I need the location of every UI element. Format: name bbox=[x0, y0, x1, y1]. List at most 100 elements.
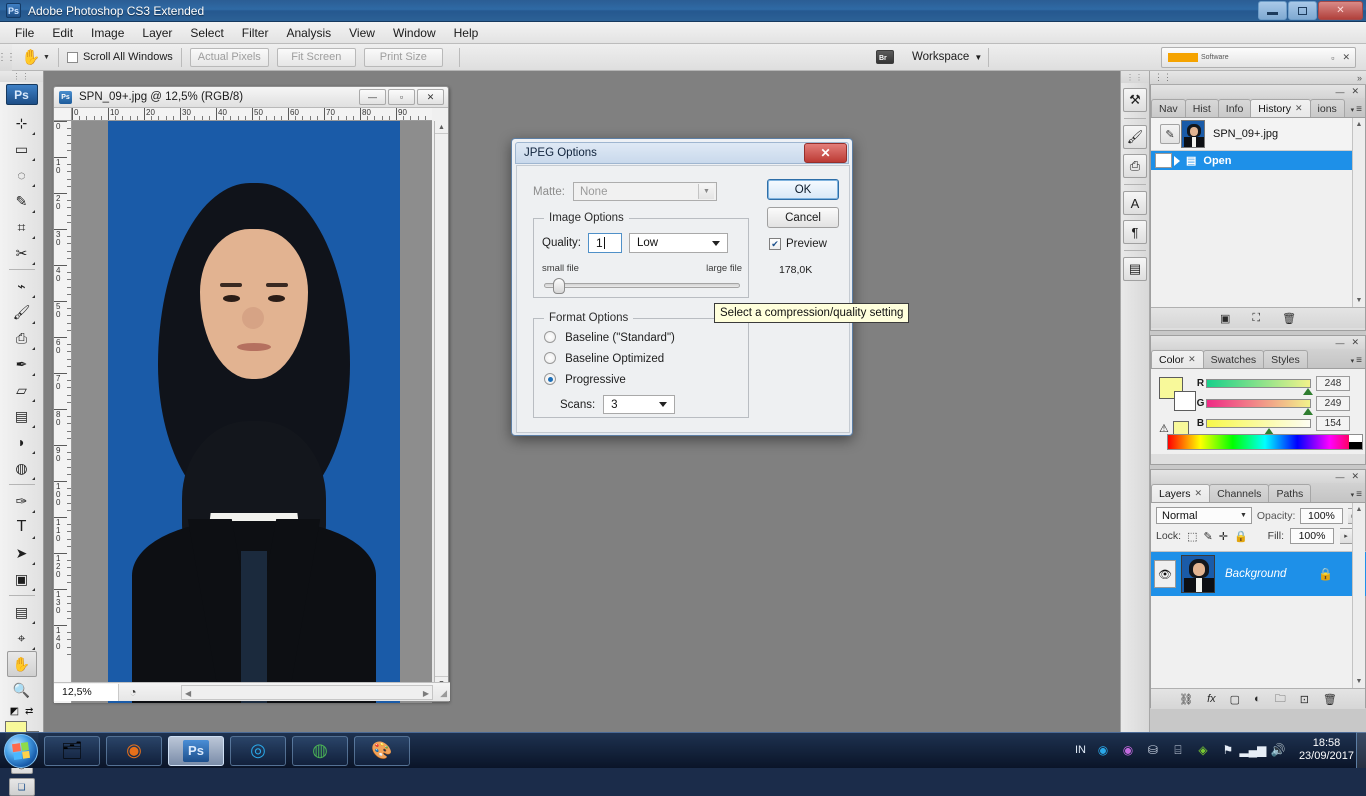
format-option-progressive[interactable]: Progressive bbox=[544, 373, 626, 386]
scroll-up-arrow-icon[interactable]: ▲ bbox=[435, 121, 448, 134]
quick-selection-tool[interactable]: ✎ bbox=[7, 188, 37, 214]
language-indicator[interactable]: IN bbox=[1075, 744, 1086, 756]
history-state-open[interactable]: ▤ Open bbox=[1151, 151, 1365, 170]
history-panel-close-icon[interactable]: ✕ bbox=[1351, 86, 1359, 97]
show-desktop-button[interactable] bbox=[1356, 732, 1366, 768]
gradient-tool[interactable]: ▤ bbox=[7, 403, 37, 429]
radio-progressive[interactable] bbox=[544, 373, 556, 385]
new-snapshot-icon[interactable]: ⛶ bbox=[1252, 312, 1260, 325]
nvidia-icon[interactable]: ◈ bbox=[1195, 742, 1211, 758]
lock-position-icon[interactable]: ✛ bbox=[1219, 530, 1228, 543]
paragraph-icon[interactable]: ¶ bbox=[1123, 220, 1147, 244]
brush-tool[interactable]: 🖌 bbox=[7, 299, 37, 325]
color-panel-minimize-icon[interactable]: — bbox=[1335, 338, 1344, 348]
tab-navigator[interactable]: Nav bbox=[1151, 99, 1186, 117]
swap-colors-icon[interactable]: ⇄ bbox=[25, 706, 33, 717]
layer-name[interactable]: Background bbox=[1225, 568, 1286, 580]
document-vertical-scrollbar[interactable]: ▲ ▼ bbox=[434, 121, 448, 689]
slider-value-g[interactable]: 249 bbox=[1316, 396, 1350, 411]
new-document-icon[interactable]: ▣ bbox=[1220, 312, 1230, 325]
menu-item-layer[interactable]: Layer bbox=[133, 23, 181, 43]
color-ramp[interactable] bbox=[1167, 434, 1363, 450]
history-panel-menu-button[interactable]: ▾ ≡ bbox=[1351, 104, 1362, 115]
slider-track-r[interactable] bbox=[1206, 379, 1311, 388]
marquee-tool[interactable]: ▭ bbox=[7, 136, 37, 162]
vertical-ruler[interactable]: 0102030405060708090100110120130140 bbox=[54, 121, 72, 703]
usb-safely-remove-icon[interactable]: ⛁ bbox=[1145, 742, 1161, 758]
delete-icon[interactable]: 🗑 bbox=[1282, 312, 1296, 325]
taskbar-file-explorer[interactable]: 🗂 bbox=[44, 736, 100, 766]
menu-item-analysis[interactable]: Analysis bbox=[277, 23, 340, 43]
tab-histogram[interactable]: Hist bbox=[1185, 99, 1219, 117]
slider-track-g[interactable] bbox=[1206, 399, 1311, 408]
layer-row-background[interactable]: 👁 Background 🔒 bbox=[1151, 552, 1366, 596]
document-title-bar[interactable]: Ps SPN_09+.jpg @ 12,5% (RGB/8) — ▫ ✕ bbox=[54, 87, 448, 108]
history-panel-minimize-icon[interactable]: — bbox=[1335, 87, 1344, 97]
brushes-icon[interactable]: 🖌 bbox=[1123, 125, 1147, 149]
format-option-baseline-optimized[interactable]: Baseline Optimized bbox=[544, 352, 664, 365]
menu-item-help[interactable]: Help bbox=[445, 23, 488, 43]
nik-software-panel[interactable]: Software ▫ ✕ bbox=[1161, 47, 1356, 68]
color-slider-b[interactable]: B 154 bbox=[1195, 413, 1350, 433]
nik-maximize-icon[interactable]: ▫ bbox=[1331, 53, 1334, 63]
scroll-up-arrow-icon[interactable]: ▲ bbox=[1353, 118, 1365, 131]
tab-info[interactable]: Info bbox=[1218, 99, 1252, 117]
new-group-icon[interactable]: 🗀 bbox=[1275, 690, 1286, 709]
document-restore-button[interactable]: ▫ bbox=[388, 89, 415, 105]
document-close-button[interactable]: ✕ bbox=[417, 89, 444, 105]
tab-actions[interactable]: ions bbox=[1310, 99, 1345, 117]
color-background-swatch[interactable] bbox=[1174, 391, 1196, 411]
menu-item-image[interactable]: Image bbox=[82, 23, 133, 43]
layers-panel-menu-button[interactable]: ▾ ≡ bbox=[1351, 489, 1362, 500]
tab-color[interactable]: Color✕ bbox=[1151, 350, 1204, 368]
color-ramp-white-black[interactable] bbox=[1349, 435, 1362, 449]
taskbar-paint[interactable]: 🎨 bbox=[354, 736, 410, 766]
slider-thumb-r[interactable] bbox=[1303, 388, 1313, 395]
layers-scrollbar[interactable]: ▲ ▼ bbox=[1352, 503, 1365, 688]
history-brush-tool[interactable]: ✒ bbox=[7, 351, 37, 377]
notes-tool[interactable]: ▤ bbox=[7, 599, 37, 625]
slider-value-b[interactable]: 154 bbox=[1316, 416, 1350, 431]
media-tray-icon[interactable]: ◉ bbox=[1120, 742, 1136, 758]
print-size-button[interactable]: Print Size bbox=[364, 48, 443, 67]
taskbar-gom-player[interactable]: ◎ bbox=[230, 736, 286, 766]
path-selection-tool[interactable]: ➤ bbox=[7, 540, 37, 566]
layer-mask-icon[interactable]: ▢ bbox=[1230, 693, 1240, 706]
matte-select[interactable]: None ▼ bbox=[573, 182, 717, 201]
ok-button[interactable]: OK bbox=[767, 179, 839, 200]
network-icon[interactable]: ▂▄▆ bbox=[1245, 742, 1261, 758]
healing-brush-tool[interactable]: ⌁ bbox=[7, 273, 37, 299]
dock-strip-grip[interactable]: ⋮⋮ bbox=[1121, 71, 1149, 83]
fit-screen-button[interactable]: Fit Screen bbox=[277, 48, 356, 67]
lock-all-icon[interactable]: 🔒 bbox=[1234, 530, 1248, 543]
restore-button[interactable] bbox=[1288, 1, 1317, 20]
lock-image-icon[interactable]: ✎ bbox=[1204, 530, 1213, 543]
color-panel-close-icon[interactable]: ✕ bbox=[1351, 337, 1359, 348]
blur-tool[interactable]: ◗ bbox=[7, 429, 37, 455]
menu-item-edit[interactable]: Edit bbox=[43, 23, 82, 43]
rectangle-tool[interactable]: ▣ bbox=[7, 566, 37, 592]
tab-channels[interactable]: Channels bbox=[1209, 484, 1269, 502]
cancel-button[interactable]: Cancel bbox=[767, 207, 839, 228]
taskbar-clock[interactable]: 18:58 23/09/2017 bbox=[1299, 737, 1354, 763]
quality-input[interactable]: 1 bbox=[588, 233, 622, 253]
layers-panel-close-icon[interactable]: ✕ bbox=[1351, 471, 1359, 482]
default-colors-icon[interactable]: ◩ bbox=[10, 706, 19, 717]
snapshot-brush-icon[interactable]: ✎ bbox=[1160, 124, 1180, 144]
slider-track-b[interactable] bbox=[1206, 419, 1311, 428]
eyedropper-tool[interactable]: ⌖ bbox=[7, 625, 37, 651]
quality-slider-thumb[interactable] bbox=[553, 278, 565, 294]
tab-swatches[interactable]: Swatches bbox=[1203, 350, 1265, 368]
collapse-to-icons-icon[interactable]: » bbox=[1357, 73, 1362, 83]
screen-mode-icon[interactable]: ❏ bbox=[9, 778, 35, 796]
color-slider-g[interactable]: G 249 bbox=[1195, 393, 1350, 413]
document-minimize-button[interactable]: — bbox=[359, 89, 386, 105]
device-icon[interactable]: ⌸ bbox=[1170, 742, 1186, 758]
tab-history[interactable]: History✕ bbox=[1250, 99, 1310, 117]
scroll-down-arrow-icon[interactable]: ▼ bbox=[1353, 294, 1365, 307]
radio-baseline-optimized[interactable] bbox=[544, 352, 556, 364]
tab-layers[interactable]: Layers✕ bbox=[1151, 484, 1210, 502]
blend-mode-select[interactable]: Normal ▼ bbox=[1156, 507, 1252, 524]
flag-action-center-icon[interactable]: ⚑ bbox=[1220, 742, 1236, 758]
go-to-bridge-button[interactable]: Br bbox=[872, 46, 898, 68]
